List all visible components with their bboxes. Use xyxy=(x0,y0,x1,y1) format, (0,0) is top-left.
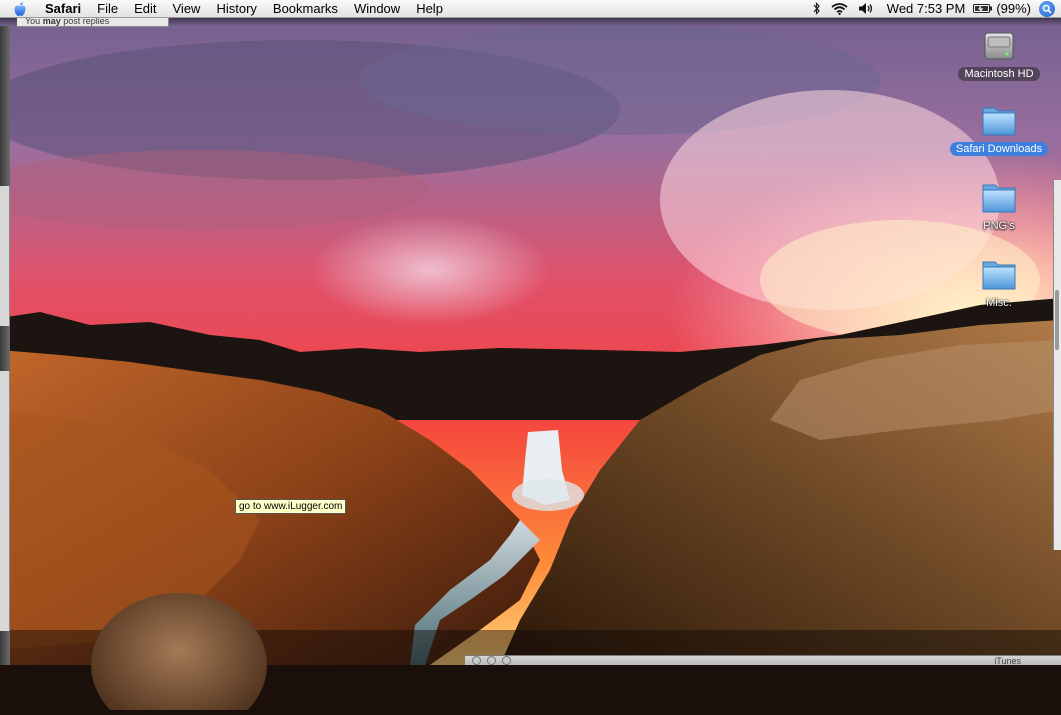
desktop-icon-safari-downloads[interactable]: Safari Downloads xyxy=(944,100,1054,156)
itunes-window-titlebar[interactable]: iTunes xyxy=(465,655,1061,666)
link-tooltip: go to www.iLugger.com xyxy=(235,499,347,514)
battery-status[interactable]: (99%) xyxy=(973,1,1039,16)
folder-icon xyxy=(982,261,1016,290)
menu-clock[interactable]: Wed 7:53 PM xyxy=(879,1,974,16)
window-frame-segment xyxy=(0,371,10,631)
apple-menu-icon[interactable] xyxy=(13,1,31,17)
folder-icon xyxy=(982,184,1016,213)
menu-file[interactable]: File xyxy=(89,0,126,17)
menu-window[interactable]: Window xyxy=(346,0,408,17)
menu-extras: Wed 7:53 PM (99%) xyxy=(808,0,1061,17)
close-button[interactable] xyxy=(472,656,481,665)
background-window-status: You may post replies xyxy=(17,17,169,27)
window-title: iTunes xyxy=(994,655,1021,666)
menu-history[interactable]: History xyxy=(208,0,264,17)
desktop-icon-misc[interactable]: Misc. xyxy=(944,254,1054,310)
desktop-icon-label: Macintosh HD xyxy=(958,67,1040,81)
status-prefix: You xyxy=(25,17,43,26)
menu-bar: Safari File Edit View History Bookmarks … xyxy=(0,0,1061,18)
menu-view[interactable]: View xyxy=(165,0,209,17)
battery-percent: (99%) xyxy=(996,1,1031,16)
menu-bookmarks[interactable]: Bookmarks xyxy=(265,0,346,17)
minimize-button[interactable] xyxy=(487,656,496,665)
desktop-icon-pngs[interactable]: PNG's xyxy=(944,177,1054,233)
window-right-scrollbar[interactable] xyxy=(1053,180,1061,550)
status-suffix: post replies xyxy=(60,17,110,26)
bluetooth-icon[interactable] xyxy=(813,2,821,15)
desktop-icon-label: PNG's xyxy=(983,220,1015,232)
hard-drive-icon xyxy=(984,32,1014,60)
window-frame-segment xyxy=(0,186,10,326)
desktop-wallpaper xyxy=(0,0,1061,665)
folder-icon xyxy=(982,107,1016,136)
scrollbar-thumb[interactable] xyxy=(1055,290,1059,350)
user-avatar-image xyxy=(88,590,270,715)
wifi-icon[interactable] xyxy=(831,2,848,15)
desktop-icon-label: Safari Downloads xyxy=(949,142,1049,156)
menu-edit[interactable]: Edit xyxy=(126,0,164,17)
spotlight-icon[interactable] xyxy=(1039,0,1055,17)
desktop-icon-label: Misc. xyxy=(986,297,1012,309)
volume-icon[interactable] xyxy=(858,2,874,15)
battery-icon xyxy=(973,4,993,13)
status-bold: may xyxy=(42,17,61,26)
menu-help[interactable]: Help xyxy=(408,0,451,17)
desktop-icon-macintosh-hd[interactable]: Macintosh HD xyxy=(944,25,1054,81)
menu-app-safari[interactable]: Safari xyxy=(41,0,89,17)
zoom-button[interactable] xyxy=(502,656,511,665)
window-left-edge xyxy=(0,26,10,665)
